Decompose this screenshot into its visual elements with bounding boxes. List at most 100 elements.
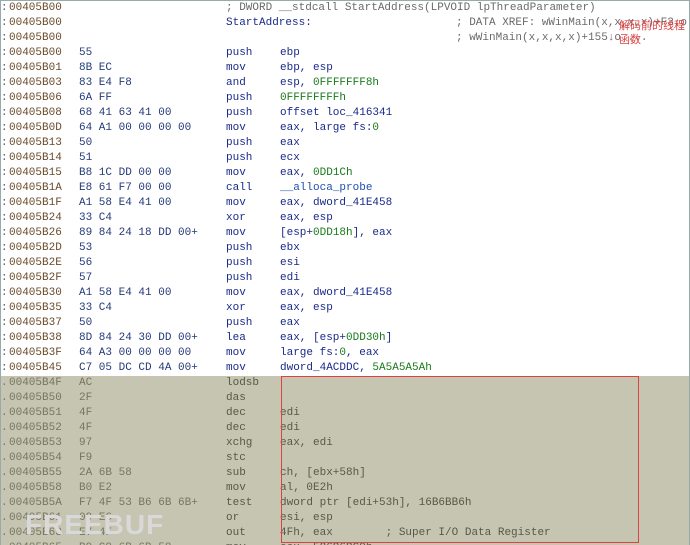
immediate: 0FFFFFFFFh [280,92,346,104]
asm-row[interactable]: .00405B524Fdecedi [1,421,689,436]
operands: esi [280,256,300,271]
address: 00405B08 [9,106,79,121]
bytes: 57 [79,271,214,286]
asm-row[interactable]: :00405B0383 E4 F8andesp, 0FFFFFFF8h [1,76,689,91]
asm-row[interactable]: :00405B1FA1 58 E4 41 00moveax, dword_41E… [1,196,689,211]
asm-row[interactable]: :00405B0D64 A1 00 00 00 00moveax, large … [1,121,689,136]
address: 00405B30 [9,286,79,301]
address: 00405B00 [9,46,79,61]
undecoded-block[interactable]: .00405B4FAClodsb.00405B502Fdas.00405B514… [1,376,689,545]
bytes: F7 4F 53 B6 6B 6B+ [79,496,214,511]
bytes: A1 58 E4 41 00 [79,196,214,211]
asm-row[interactable]: .00405B5AF7 4F 53 B6 6B 6B+testdword ptr… [1,496,689,511]
asm-row[interactable]: :00405B1451pushecx [1,151,689,166]
addr-prefix: : [1,226,9,241]
bytes: 55 [79,46,214,61]
asm-row[interactable]: .00405B58B0 E2moval, 0E2h [1,481,689,496]
asm-row[interactable]: .00405B5397xchgeax, edi [1,436,689,451]
asm-row[interactable]: :00405B0868 41 63 41 00pushoffset loc_41… [1,106,689,121]
mnemonic: lea [226,331,280,346]
addr-prefix: : [1,136,9,151]
operands: eax [280,136,300,151]
asm-row[interactable]: :00405B30A1 58 E4 41 00moveax, dword_41E… [1,286,689,301]
asm-row[interactable]: :00405B0055pushebp [1,46,689,61]
mnemonic: push [226,106,280,121]
address: 00405B2F [9,271,79,286]
asm-row[interactable]: :00405B1AE8 61 F7 00 00call__alloca_prob… [1,181,689,196]
mnemonic: mov [226,481,280,496]
operands: ebx [280,241,300,256]
disassembly-view: : 00405B00 ; DWORD __stdcall StartAddres… [0,0,690,545]
addr-prefix: . [1,466,9,481]
asm-row[interactable]: :00405B018B ECmovebp, esp [1,61,689,76]
addr-prefix: . [1,391,9,406]
addr-prefix: : [1,361,9,376]
operands: eax, large fs:0 [280,121,379,136]
addr-prefix: : [1,46,9,61]
asm-row[interactable]: :00405B2433 C4xoreax, esp [1,211,689,226]
operands: ebp [280,46,300,61]
operands: 0FFFFFFFFh [280,91,346,106]
operands: offset loc_416341 [280,106,392,121]
asm-row[interactable]: :00405B388D 84 24 30 DD 00+leaeax, [esp+… [1,331,689,346]
address: 00405B0D [9,121,79,136]
asm-row[interactable]: .00405B502Fdas [1,391,689,406]
address: 00405B52 [9,421,79,436]
operands: edi [280,271,300,286]
address: 00405B06 [9,91,79,106]
mnemonic: call [226,181,280,196]
addr-prefix: : [1,166,9,181]
asm-row[interactable]: :00405B2E56pushesi [1,256,689,271]
asm-row[interactable]: .00405B54F9stc [1,451,689,466]
bytes: 33 C4 [79,211,214,226]
operands: eax, [esp+0DD30h] [280,331,392,346]
mnemonic: or [226,511,280,526]
asm-row[interactable]: .00405B552A 6B 58subch, [ebx+58h] [1,466,689,481]
asm-row[interactable]: .00405B514Fdecedi [1,406,689,421]
mnemonic: push [226,136,280,151]
asm-row[interactable]: :00405B3F64 A3 00 00 00 00movlarge fs:0,… [1,346,689,361]
asm-row[interactable]: :00405B3750pusheax [1,316,689,331]
operands: edi [280,421,300,436]
bytes: 8B EC [79,61,214,76]
mnemonic: push [226,241,280,256]
asm-row[interactable]: :00405B45C7 05 DC CD 4A 00+movdword_4ACD… [1,361,689,376]
asm-row[interactable]: .00405B4FAClodsb [1,376,689,391]
operands: eax, dword_41E458 [280,196,392,211]
bytes: 56 [79,256,214,271]
address: 00405B65 [9,541,79,545]
asm-row[interactable]: :00405B2D53pushebx [1,241,689,256]
address: 00405B35 [9,301,79,316]
immediate: 0DD1Ch [313,167,353,179]
address: 00405B50 [9,391,79,406]
operands: eax, 0DD1Ch [280,166,353,181]
asm-row[interactable]: :00405B2F57pushedi [1,271,689,286]
address: 00405B54 [9,451,79,466]
asm-row[interactable]: .00405B63E7 4Fout4Fh, eax ; Super I/O Da… [1,526,689,541]
operands: ecx [280,151,300,166]
address: 00405B38 [9,331,79,346]
immediate: 0 [339,347,346,359]
bytes: 64 A3 00 00 00 00 [79,346,214,361]
asm-row[interactable]: :00405B15B8 1C DD 00 00moveax, 0DD1Ch [1,166,689,181]
mnemonic: mov [226,346,280,361]
call-target[interactable]: __alloca_probe [280,182,372,194]
mnemonic: mov [226,361,280,376]
mnemonic: and [226,76,280,91]
asm-row[interactable]: :00405B3533 C4xoreax, esp [1,301,689,316]
bytes: B0 E2 [79,481,214,496]
asm-row[interactable]: :00405B2689 84 24 18 DD 00+mov[esp+0DD18… [1,226,689,241]
addr-prefix: : [1,106,9,121]
addr-prefix: . [1,421,9,436]
annotation-text: 解码前的线程 函数 [619,19,685,47]
operands: ch, [ebx+58h] [280,466,366,481]
asm-row[interactable]: .00405B65B9 C9 6B 6B 58movecx, 586B6BC9h [1,541,689,545]
disasm-lines[interactable]: :00405B0055pushebp:00405B018B ECmovebp, … [1,46,689,376]
bytes: 6A FF [79,91,214,106]
bytes: 64 A1 00 00 00 00 [79,121,214,136]
asm-row[interactable]: :00405B1350pusheax [1,136,689,151]
operands: al, 0E2h [280,481,333,496]
asm-row[interactable]: .00405B6109 E6oresi, esp [1,511,689,526]
mnemonic: lodsb [226,376,280,391]
asm-row[interactable]: :00405B066A FFpush0FFFFFFFFh [1,91,689,106]
